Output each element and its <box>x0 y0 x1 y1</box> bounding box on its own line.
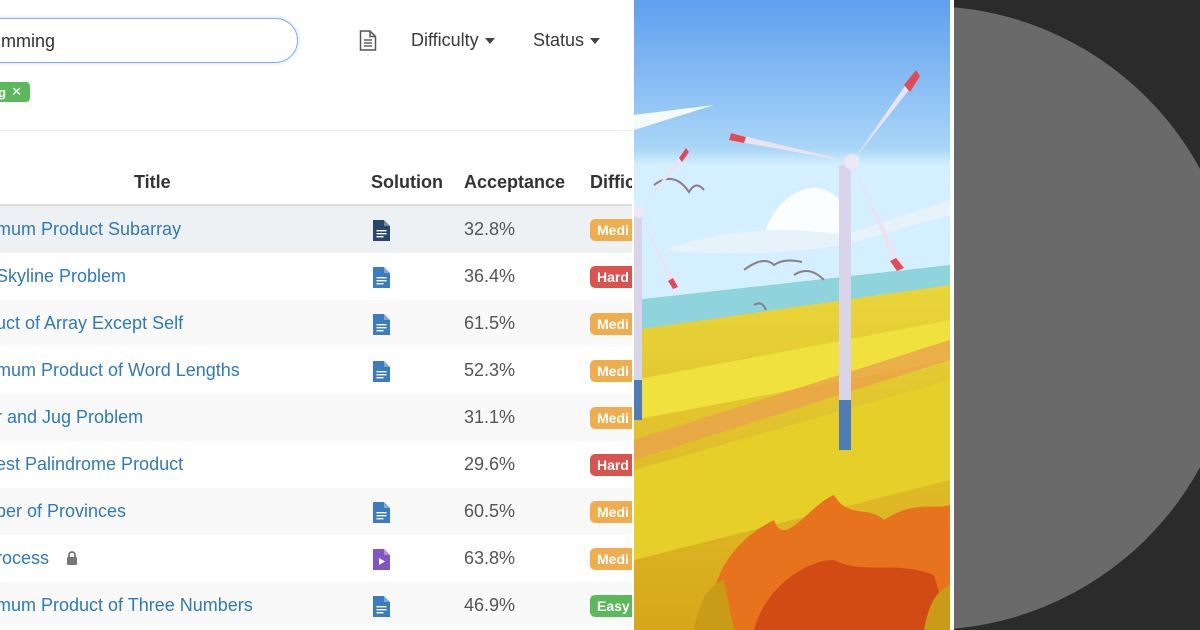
filter-tag[interactable]: g ✕ <box>0 82 30 102</box>
search-input[interactable]: mming <box>0 18 298 63</box>
acceptance-rate: 46.9% <box>464 595 516 615</box>
table-row[interactable]: est Palindrome Product 29.6% Hard <box>0 441 632 488</box>
problem-list-panel: mming Difficulty Status g ✕ Title Soluti… <box>0 0 632 630</box>
table-row[interactable]: mum Product of Word Lengths 52.3% Medi <box>0 347 632 394</box>
acceptance-rate: 32.8% <box>464 219 516 239</box>
article-icon[interactable] <box>373 220 390 241</box>
article-icon[interactable] <box>373 267 390 288</box>
column-header-difficulty[interactable]: Diffic <box>590 172 632 193</box>
difficulty-badge: Medi <box>590 219 632 241</box>
document-icon[interactable] <box>359 30 377 51</box>
grey-disc <box>954 6 1200 630</box>
problem-title-link[interactable]: ber of Provinces <box>0 501 126 522</box>
article-icon[interactable] <box>373 596 390 617</box>
column-header-title[interactable]: Title <box>134 172 171 193</box>
filter-tag-label: g <box>0 84 7 100</box>
table-row[interactable]: mum Product Subarray 32.8% Medi <box>0 206 632 253</box>
difficulty-badge: Hard <box>590 454 632 476</box>
problem-title-link[interactable]: est Palindrome Product <box>0 454 183 475</box>
video-icon[interactable] <box>373 549 390 570</box>
difficulty-badge: Hard <box>590 266 632 288</box>
column-header-acceptance[interactable]: Acceptance <box>464 172 565 193</box>
lock-icon <box>67 551 77 565</box>
grey-disc-panel <box>954 0 1200 630</box>
close-icon[interactable]: ✕ <box>11 84 22 100</box>
problem-title-link[interactable]: mum Product of Word Lengths <box>0 360 240 381</box>
acceptance-rate: 63.8% <box>464 548 516 568</box>
difficulty-badge: Medi <box>590 313 632 335</box>
problem-title-link[interactable]: r and Jug Problem <box>0 407 143 428</box>
difficulty-badge: Medi <box>590 360 632 382</box>
acceptance-rate: 52.3% <box>464 360 516 380</box>
acceptance-rate: 29.6% <box>464 454 516 474</box>
acceptance-rate: 60.5% <box>464 501 516 521</box>
problem-title-link[interactable]: Skyline Problem <box>0 266 126 287</box>
divider <box>0 130 632 131</box>
status-filter-label: Status <box>533 30 585 50</box>
difficulty-filter-label: Difficulty <box>411 30 479 50</box>
difficulty-badge: Easy <box>590 595 632 617</box>
problem-title-link[interactable]: mum Product Subarray <box>0 219 181 240</box>
column-header-solution[interactable]: Solution <box>371 172 443 193</box>
table-row[interactable]: ber of Provinces 60.5% Medi <box>0 488 632 535</box>
problem-title-link[interactable]: uct of Array Except Self <box>0 313 183 334</box>
problem-title-link[interactable]: mum Product of Three Numbers <box>0 595 253 616</box>
article-icon[interactable] <box>373 314 390 335</box>
acceptance-rate: 36.4% <box>464 266 516 286</box>
table-row[interactable]: Skyline Problem 36.4% Hard <box>0 253 632 300</box>
difficulty-badge: Medi <box>590 501 632 523</box>
problem-title-link[interactable]: rocess <box>0 548 49 569</box>
table-row[interactable]: mum Product of Three Numbers 46.9% Easy <box>0 582 632 629</box>
article-icon[interactable] <box>373 361 390 382</box>
table-row[interactable]: r and Jug Problem 31.1% Medi <box>0 394 632 441</box>
difficulty-badge: Medi <box>590 407 632 429</box>
table-row[interactable]: rocess 63.8% Medi <box>0 535 632 582</box>
caret-down-icon <box>590 37 601 44</box>
table-row[interactable]: uct of Array Except Self 61.5% Medi <box>0 300 632 347</box>
acceptance-rate: 61.5% <box>464 313 516 333</box>
status-filter[interactable]: Status <box>533 30 601 51</box>
article-icon[interactable] <box>373 502 390 523</box>
difficulty-filter[interactable]: Difficulty <box>411 30 495 51</box>
collage: mming Difficulty Status g ✕ Title Soluti… <box>0 0 1200 630</box>
acceptance-rate: 31.1% <box>464 407 516 427</box>
difficulty-badge: Medi <box>590 548 632 570</box>
search-input-value: mming <box>1 31 56 51</box>
wind-turbine-illustration <box>634 0 950 630</box>
caret-down-icon <box>484 37 495 44</box>
